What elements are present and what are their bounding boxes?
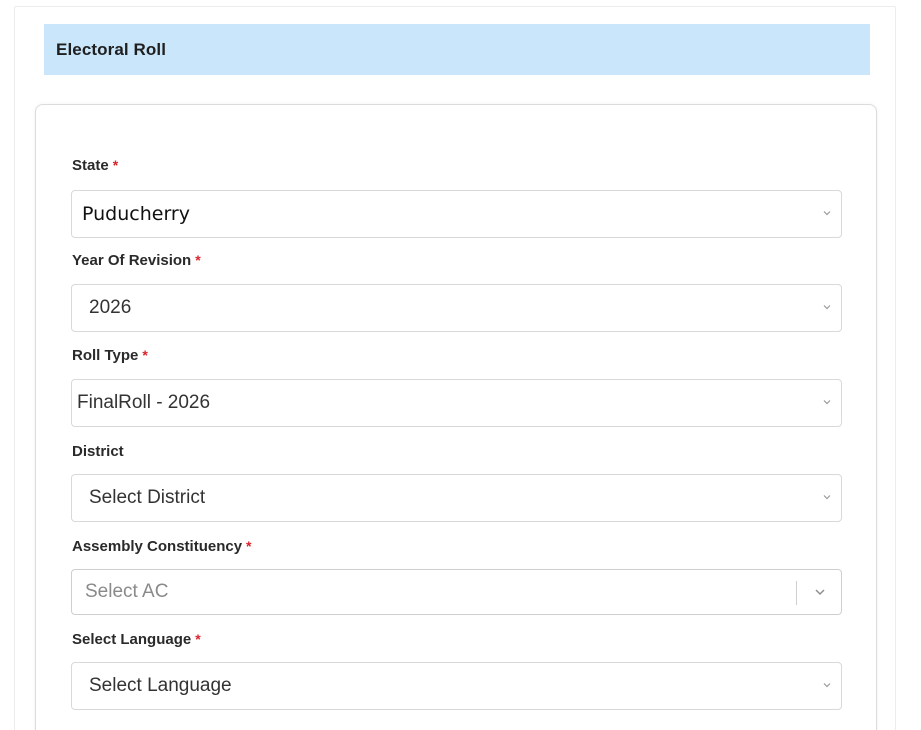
chevron-down-icon bbox=[821, 679, 833, 691]
required-mark: * bbox=[246, 538, 252, 554]
year-of-revision-select[interactable]: 2026 bbox=[71, 284, 842, 332]
chevron-down-icon[interactable] bbox=[813, 585, 827, 599]
roll-type-label: Roll Type * bbox=[72, 347, 148, 364]
year-of-revision-select-value: 2026 bbox=[89, 297, 132, 318]
district-select[interactable]: Select District bbox=[71, 474, 842, 522]
required-mark: * bbox=[195, 252, 201, 268]
page: Electoral Roll State * Puducherry Year Of… bbox=[0, 0, 921, 730]
page-title: Electoral Roll bbox=[56, 39, 167, 59]
district-select-value: Select District bbox=[89, 487, 206, 508]
chevron-down-icon bbox=[821, 207, 833, 219]
required-mark: * bbox=[112, 157, 119, 173]
district-label-text: District bbox=[72, 443, 124, 460]
roll-type-select-value: FinalRoll - 2026 bbox=[77, 392, 211, 413]
year-of-revision-label-text: Year Of Revision bbox=[72, 252, 192, 269]
chevron-down-icon bbox=[821, 491, 833, 503]
roll-type-label-text: Roll Type bbox=[72, 347, 139, 364]
language-label-text: Select Language bbox=[72, 631, 192, 648]
section-header: Electoral Roll bbox=[44, 24, 870, 75]
language-select[interactable]: Select Language bbox=[71, 662, 842, 710]
required-mark: * bbox=[142, 347, 148, 363]
district-label: District bbox=[72, 443, 124, 460]
state-label: State * bbox=[72, 157, 118, 174]
state-select-value: Puducherry bbox=[82, 203, 190, 225]
select-divider bbox=[796, 581, 797, 605]
chevron-down-icon bbox=[821, 396, 833, 408]
roll-type-select[interactable]: FinalRoll - 2026 bbox=[71, 379, 842, 427]
language-label: Select Language * bbox=[72, 631, 201, 648]
state-select[interactable]: Puducherry bbox=[71, 190, 842, 238]
language-select-value: Select Language bbox=[89, 675, 232, 696]
required-mark: * bbox=[195, 631, 201, 647]
chevron-down-icon bbox=[821, 301, 833, 313]
assembly-constituency-label: Assembly Constituency * bbox=[72, 538, 252, 555]
state-label-text: State bbox=[72, 157, 109, 174]
assembly-constituency-select-value: Select AC bbox=[85, 581, 169, 602]
assembly-constituency-select[interactable]: Select AC bbox=[71, 569, 842, 615]
assembly-constituency-label-text: Assembly Constituency bbox=[72, 538, 243, 555]
year-of-revision-label: Year Of Revision * bbox=[72, 252, 201, 269]
